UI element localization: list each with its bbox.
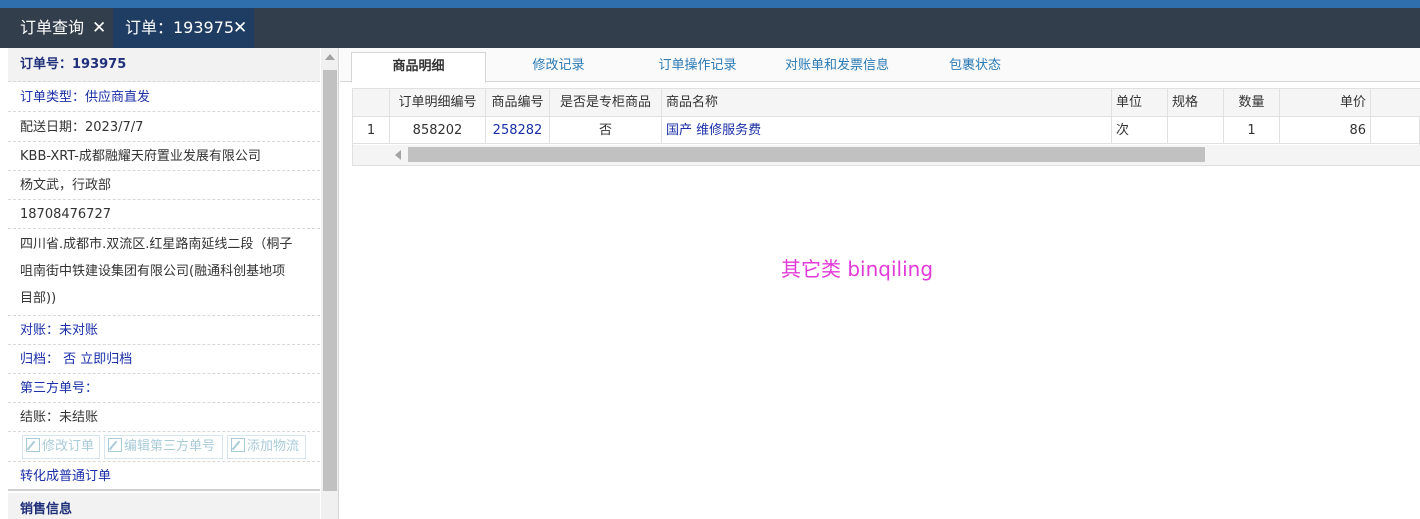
cell-quantity: 1 [1224, 117, 1280, 144]
edit-icon [108, 438, 122, 452]
column-header[interactable]: 规格 [1168, 89, 1224, 117]
column-header[interactable]: 订单明细编号 [390, 89, 486, 117]
column-header[interactable]: 单价 [1280, 89, 1371, 117]
settlement-status: 结账：未结账 [8, 403, 320, 432]
row-number: 1 [353, 117, 390, 144]
tab-operation-log[interactable]: 订单操作记录 [635, 52, 760, 83]
tab-bar: 订单查询 ✕ 订单：193975 ✕ [0, 8, 1420, 48]
tab-order-query[interactable]: 订单查询 ✕ [8, 8, 112, 48]
table-header: 订单明细编号 商品编号 是否是专柜商品 商品名称 单位 规格 数量 单价 [353, 89, 1420, 117]
sales-info-section-title: 销售信息 [8, 493, 320, 519]
edit-third-party-button[interactable]: 编辑第三方单号 [104, 435, 223, 459]
scroll-thumb[interactable] [408, 147, 1205, 162]
tab-order-query-label: 订单查询 [20, 18, 85, 37]
tab-product-details[interactable]: 商品明细 [351, 52, 486, 83]
product-table: 订单明细编号 商品编号 是否是专柜商品 商品名称 单位 规格 数量 单价 1 8… [352, 88, 1420, 166]
cell-counter-product: 否 [550, 117, 662, 144]
archive-status[interactable]: 归档： 否 立即归档 [8, 345, 320, 374]
vertical-scrollbar[interactable] [321, 48, 338, 519]
scroll-thumb[interactable] [323, 70, 337, 491]
cell-unit-price: 86 [1280, 117, 1371, 144]
delivery-date: 配送日期：2023/7/7 [8, 113, 320, 142]
column-header[interactable]: 商品编号 [486, 89, 550, 117]
column-header [353, 89, 390, 117]
detail-panel: 商品明细 修改记录 订单操作记录 对账单和发票信息 包裹状态 订单明细编号 商品… [340, 48, 1420, 519]
column-header[interactable]: 数量 [1224, 89, 1280, 117]
add-logistics-button[interactable]: 添加物流 [227, 435, 306, 459]
order-number: 订单号：193975 [8, 48, 320, 82]
cell-product-code-link[interactable]: 258282 [486, 117, 550, 144]
column-header[interactable]: 商品名称 [662, 89, 1112, 117]
reconcile-status[interactable]: 对账：未对账 [8, 316, 320, 345]
table-row[interactable]: 1 858202 258282 否 国产 维修服务费 次 1 86 [353, 117, 1420, 144]
cell-detail-id: 858202 [390, 117, 486, 144]
tab-order-detail[interactable]: 订单：193975 ✕ [113, 8, 254, 48]
order-info-panel: 订单号：193975 订单类型：供应商直发 配送日期：2023/7/7 KBB-… [8, 48, 339, 519]
cell-spec [1168, 117, 1224, 144]
contact-person: 杨文武，行政部 [8, 171, 320, 200]
close-icon[interactable]: ✕ [92, 8, 106, 48]
cell-unit: 次 [1112, 117, 1168, 144]
close-icon[interactable]: ✕ [233, 8, 247, 48]
tab-change-log[interactable]: 修改记录 [500, 52, 617, 83]
edit-order-button[interactable]: 修改订单 [22, 435, 100, 459]
convert-to-normal-order-link[interactable]: 转化成普通订单 [8, 462, 320, 491]
phone-number: 18708476727 [8, 200, 320, 229]
column-header[interactable]: 是否是专柜商品 [550, 89, 662, 117]
scroll-up-icon[interactable] [325, 54, 335, 60]
tab-statement-invoice[interactable]: 对账单和发票信息 [772, 52, 902, 83]
detail-tab-bar: 商品明细 修改记录 订单操作记录 对账单和发票信息 包裹状态 [340, 48, 1420, 83]
tab-package-status[interactable]: 包裹状态 [925, 52, 1025, 83]
top-accent-strip [0, 0, 1420, 8]
order-type: 订单类型：供应商直发 [8, 83, 320, 112]
cell-product-name-link[interactable]: 国产 维修服务费 [662, 117, 1112, 144]
address-line: 目部)) [20, 291, 57, 306]
scroll-left-icon[interactable] [395, 150, 401, 160]
address-line: 咀南街中铁建设集团有限公司(融通科创基地项 [20, 264, 286, 279]
edit-icon [26, 438, 40, 452]
column-header[interactable]: 单位 [1112, 89, 1168, 117]
address-line: 四川省.成都市.双流区.红星路南延线二段（桐子 [20, 237, 293, 252]
delivery-address: 四川省.成都市.双流区.红星路南延线二段（桐子 咀南街中铁建设集团有限公司(融通… [8, 229, 320, 316]
category-note: 其它类 binqiling [781, 257, 934, 281]
third-party-number: 第三方单号： [8, 374, 320, 403]
edit-icon [231, 438, 245, 452]
horizontal-scrollbar[interactable] [353, 145, 1420, 165]
tab-order-detail-label: 订单：193975 [125, 18, 235, 37]
company-name: KBB-XRT-成都融耀天府置业发展有限公司 [8, 142, 320, 171]
